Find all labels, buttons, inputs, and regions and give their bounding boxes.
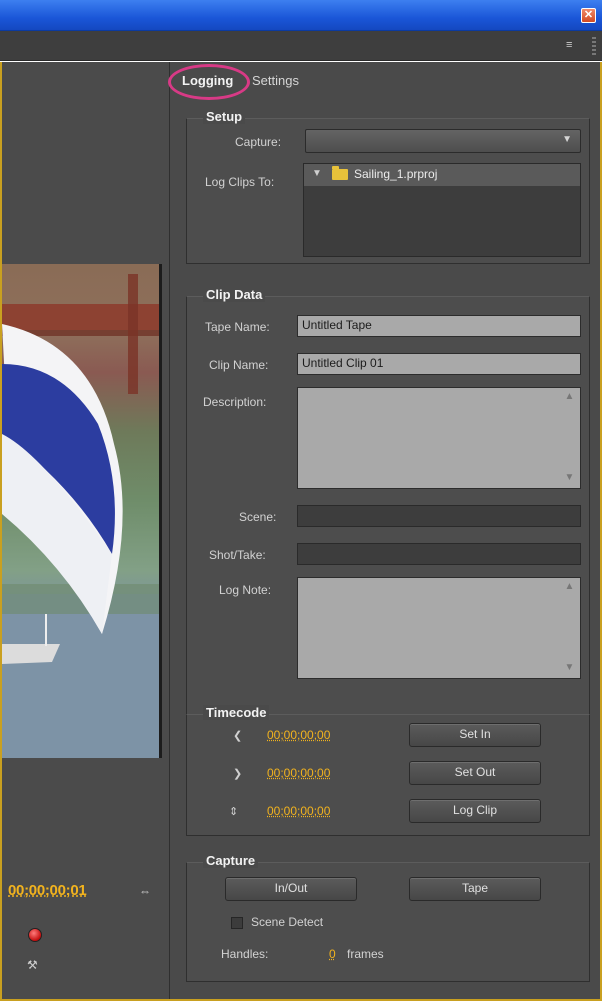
- close-window-button[interactable]: ✕: [581, 8, 596, 23]
- current-timecode[interactable]: 00;00;00;01: [8, 882, 87, 899]
- timecode-group: Timecode ❮ 00;00;00;00 Set In ❯ 00;00;00…: [186, 705, 590, 836]
- scene-detect-label[interactable]: Scene Detect: [251, 915, 323, 929]
- set-out-button[interactable]: Set Out: [409, 761, 541, 785]
- fit-icon[interactable]: ⇔: [139, 884, 151, 898]
- capture-in-out-button[interactable]: In/Out: [225, 877, 357, 901]
- mark-in-icon: ❮: [233, 730, 243, 742]
- capture-monitor: 00;00;00;01 ⇔ ⚒: [2, 62, 170, 999]
- timecode-title: Timecode: [203, 705, 270, 720]
- out-timecode[interactable]: 00;00;00;00: [267, 766, 330, 780]
- log-clips-to-tree[interactable]: ▼ Sailing_1.prproj: [303, 163, 581, 257]
- capture-label: Capture:: [235, 135, 282, 149]
- log-note-label: Log Note:: [219, 583, 272, 597]
- description-field[interactable]: ▲ ▼: [297, 387, 581, 489]
- capture-group: Capture In/Out Tape Scene Detect Handles…: [186, 853, 590, 982]
- scroll-up-icon[interactable]: ▲: [562, 580, 577, 595]
- clip-name-field[interactable]: Untitled Clip 01: [297, 353, 581, 375]
- shot-take-label: Shot/Take:: [209, 548, 266, 562]
- log-clips-to-label: Log Clips To:: [205, 175, 275, 189]
- tab-settings[interactable]: Settings: [252, 73, 299, 88]
- setup-title: Setup: [203, 109, 246, 124]
- panel-menu-icon[interactable]: ≡: [566, 39, 580, 51]
- tab-logging[interactable]: Logging: [182, 73, 233, 88]
- scene-field[interactable]: [297, 505, 581, 527]
- capture-panel: 00;00;00;01 ⇔ ⚒ Logging Settings Setup C…: [0, 62, 602, 1001]
- capture-tape-button[interactable]: Tape: [409, 877, 541, 901]
- capture-settings-icon[interactable]: ⚒: [27, 958, 38, 972]
- clip-data-title: Clip Data: [203, 287, 266, 302]
- clip-data-group: Clip Data Tape Name: Untitled Tape Clip …: [186, 287, 590, 746]
- duration-timecode[interactable]: 00;00;00;00: [267, 804, 330, 818]
- handles-value[interactable]: 0: [329, 947, 336, 961]
- folder-icon: [332, 166, 348, 180]
- tape-name-label: Tape Name:: [205, 320, 270, 334]
- set-in-button[interactable]: Set In: [409, 723, 541, 747]
- duration-icon: ⇕: [229, 806, 239, 818]
- panel-grip-handle[interactable]: [592, 37, 596, 55]
- handles-unit: frames: [347, 947, 384, 961]
- capture-select[interactable]: ▼: [305, 129, 581, 153]
- scene-detect-checkbox[interactable]: [231, 917, 243, 929]
- mark-out-icon: ❯: [233, 768, 243, 780]
- scroll-down-icon[interactable]: ▼: [562, 661, 577, 676]
- panel-header: ≡: [0, 31, 602, 61]
- description-label: Description:: [203, 395, 267, 409]
- scroll-down-icon[interactable]: ▼: [562, 471, 577, 486]
- chevron-down-icon: ▼: [562, 134, 572, 145]
- project-tree-row[interactable]: ▼ Sailing_1.prproj: [304, 164, 580, 186]
- record-button[interactable]: [28, 928, 42, 942]
- shot-take-field[interactable]: [297, 543, 581, 565]
- video-preview: [2, 264, 162, 758]
- log-note-field[interactable]: ▲ ▼: [297, 577, 581, 679]
- in-timecode[interactable]: 00;00;00;00: [267, 728, 330, 742]
- handles-label: Handles:: [221, 947, 269, 961]
- capture-title: Capture: [203, 853, 259, 868]
- scroll-up-icon[interactable]: ▲: [562, 390, 577, 405]
- window-title-bar: ✕: [0, 0, 602, 31]
- scene-label: Scene:: [239, 510, 277, 524]
- setup-group: Setup Capture: ▼ Log Clips To: ▼ Sailing…: [186, 109, 590, 264]
- sailboat-image: [2, 274, 159, 758]
- expand-triangle-icon[interactable]: ▼: [312, 168, 322, 179]
- log-clip-button[interactable]: Log Clip: [409, 799, 541, 823]
- capture-tabs: Logging Settings: [168, 64, 602, 100]
- project-file-label: Sailing_1.prproj: [354, 167, 438, 181]
- clip-name-label: Clip Name:: [209, 358, 269, 372]
- tape-name-field[interactable]: Untitled Tape: [297, 315, 581, 337]
